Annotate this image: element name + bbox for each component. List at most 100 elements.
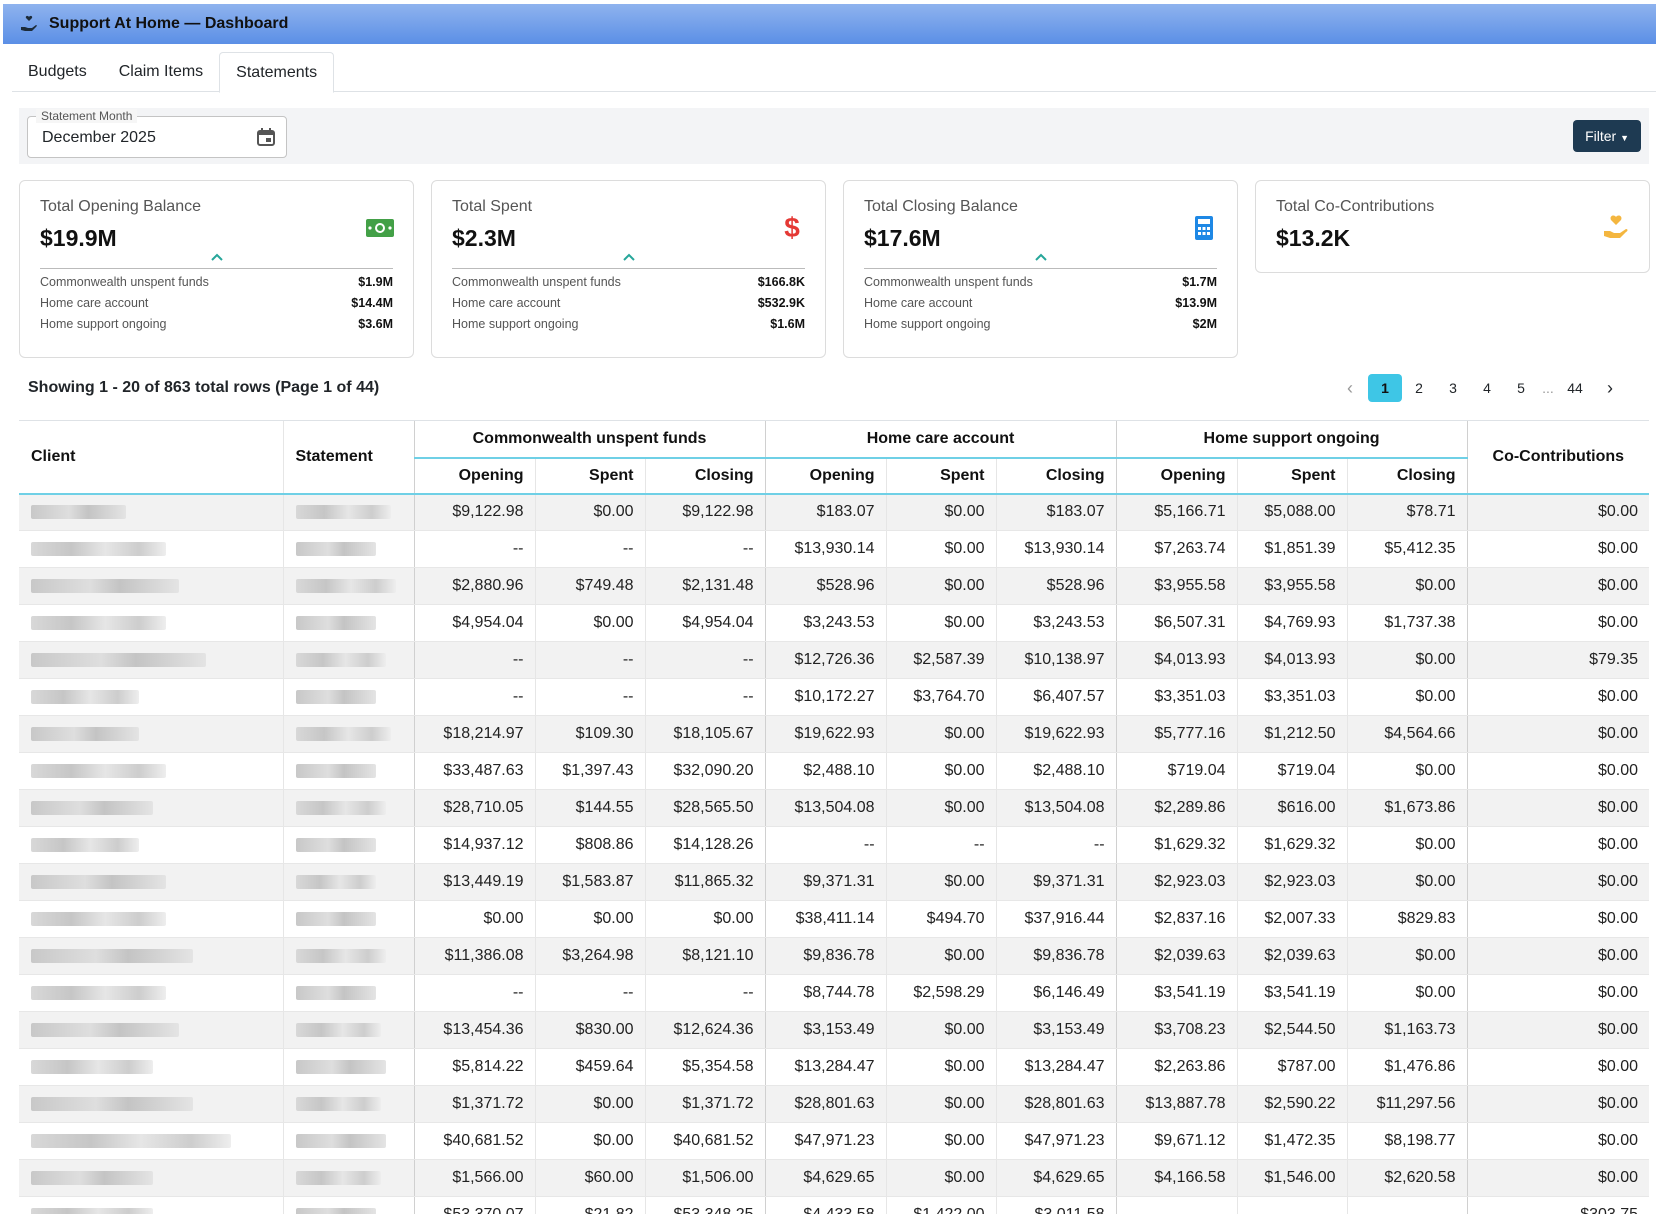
page-button-1[interactable]: 1 [1368, 374, 1402, 402]
client-cell[interactable] [19, 1085, 283, 1123]
tab-claim-items[interactable]: Claim Items [103, 52, 219, 92]
page-button-5[interactable]: 5 [1504, 374, 1538, 402]
table-row[interactable]: $40,681.52 $0.00 $40,681.52 $47,971.23 $0.00… [19, 1122, 1649, 1160]
amount-cell: $40,681.52 [413, 1122, 535, 1160]
client-cell[interactable] [19, 493, 283, 531]
statement-cell[interactable] [282, 567, 414, 605]
calendar-icon[interactable] [256, 127, 276, 147]
table-row[interactable]: $13,449.19 $1,583.87 $11,865.32 $9,371.31 $0… [19, 863, 1649, 901]
client-cell[interactable] [19, 604, 283, 642]
client-cell[interactable] [19, 678, 283, 716]
col-header-client[interactable]: Client [19, 420, 283, 495]
statement-cell[interactable] [282, 678, 414, 716]
table-row[interactable]: $1,566.00 $60.00 $1,506.00 $4,629.65 $0.00 $4… [19, 1159, 1649, 1197]
amount-cell: $459.64 [534, 1048, 645, 1086]
tab-budgets[interactable]: Budgets [12, 52, 103, 92]
statement-cell[interactable] [282, 493, 414, 531]
statement-cell[interactable] [282, 1196, 414, 1214]
statement-cell[interactable] [282, 974, 414, 1012]
statement-month-field[interactable]: Statement Month December 2025 [27, 109, 287, 158]
table-row[interactable]: -- -- -- $8,744.78 $2,598.29 $6,146.49 $3,541.… [19, 974, 1649, 1012]
col-header-co-contributions[interactable]: Co-Contributions [1466, 420, 1649, 495]
amount-cell: $0.00 [1466, 937, 1649, 975]
client-cell[interactable] [19, 937, 283, 975]
statement-cell[interactable] [282, 1122, 414, 1160]
client-cell[interactable] [19, 974, 283, 1012]
col-header-spent[interactable]: Spent [534, 457, 645, 495]
table-row[interactable]: $53,370.07$21.82$53,348.25$4,433.58$1,42… [19, 1196, 1649, 1214]
table-row[interactable]: $14,937.12 $808.86 $14,128.26 -- -- -- $1,629.… [19, 826, 1649, 864]
card-row: Commonwealth unspent funds $166.8K [452, 275, 805, 289]
col-header-opening[interactable]: Opening [764, 457, 887, 495]
amount-cell: $14,937.12 [413, 826, 535, 864]
statement-cell[interactable] [282, 1085, 414, 1123]
col-header-spent[interactable]: Spent [885, 457, 997, 495]
chevron-up-icon[interactable] [1034, 249, 1048, 261]
table-row[interactable]: -- -- -- $10,172.27 $3,764.70 $6,407.57 $3,351… [19, 678, 1649, 716]
next-page-icon[interactable]: › [1592, 374, 1628, 402]
statement-cell[interactable] [282, 715, 414, 753]
client-cell[interactable] [19, 863, 283, 901]
statement-cell[interactable] [282, 900, 414, 938]
client-cell[interactable] [19, 826, 283, 864]
col-header-closing[interactable]: Closing [1346, 457, 1468, 495]
table-row[interactable]: $11,386.08 $3,264.98 $8,121.10 $9,836.78 $0.… [19, 937, 1649, 975]
client-cell[interactable] [19, 1122, 283, 1160]
client-cell[interactable] [19, 789, 283, 827]
statement-cell[interactable] [282, 826, 414, 864]
prev-page-icon[interactable]: ‹ [1332, 374, 1368, 402]
table-row[interactable]: $4,954.04 $0.00 $4,954.04 $3,243.53 $0.00 $3,… [19, 604, 1649, 642]
table-row[interactable]: $1,371.72 $0.00 $1,371.72 $28,801.63 $0.00 $2… [19, 1085, 1649, 1123]
amount-cell: $3,243.53 [995, 604, 1117, 642]
statement-cell[interactable] [282, 863, 414, 901]
client-cell[interactable] [19, 752, 283, 790]
client-cell[interactable] [19, 1196, 283, 1214]
redacted-statement [295, 1023, 381, 1037]
client-cell[interactable] [19, 900, 283, 938]
col-header-statement[interactable]: Statement [282, 420, 414, 495]
col-header-opening[interactable]: Opening [413, 457, 535, 495]
table-row[interactable]: -- -- -- $13,930.14 $0.00 $13,930.14 $7,263.74… [19, 530, 1649, 568]
table-row[interactable]: $28,710.05 $144.55 $28,565.50 $13,504.08 $0.… [19, 789, 1649, 827]
statement-cell[interactable] [282, 604, 414, 642]
filter-button[interactable]: Filter ▼ [1573, 120, 1641, 152]
amount-cell: $21.82 [534, 1196, 645, 1214]
client-cell[interactable] [19, 641, 283, 679]
chevron-up-icon[interactable] [210, 249, 224, 261]
client-cell[interactable] [19, 1048, 283, 1086]
statement-cell[interactable] [282, 789, 414, 827]
table-row[interactable]: $18,214.97 $109.30 $18,105.67 $19,622.93 $0.… [19, 715, 1649, 753]
table-row[interactable]: $13,454.36 $830.00 $12,624.36 $3,153.49 $0.0… [19, 1011, 1649, 1049]
col-header-opening[interactable]: Opening [1115, 457, 1238, 495]
col-header-closing[interactable]: Closing [644, 457, 766, 495]
page-button-2[interactable]: 2 [1402, 374, 1436, 402]
statement-cell[interactable] [282, 1048, 414, 1086]
statement-cell[interactable] [282, 937, 414, 975]
statement-cell[interactable] [282, 752, 414, 790]
col-header-spent[interactable]: Spent [1236, 457, 1348, 495]
client-cell[interactable] [19, 530, 283, 568]
client-cell[interactable] [19, 567, 283, 605]
table-row[interactable]: $0.00 $0.00 $0.00 $38,411.14 $494.70 $37,916.… [19, 900, 1649, 938]
client-cell[interactable] [19, 715, 283, 753]
col-header-closing[interactable]: Closing [995, 457, 1117, 495]
page-button-4[interactable]: 4 [1470, 374, 1504, 402]
table-row[interactable]: $2,880.96 $749.48 $2,131.48 $528.96 $0.00 $52… [19, 567, 1649, 605]
client-cell[interactable] [19, 1011, 283, 1049]
page-button-last[interactable]: 44 [1558, 374, 1592, 402]
statement-month-value[interactable]: December 2025 [42, 129, 156, 147]
statement-cell[interactable] [282, 641, 414, 679]
statement-cell[interactable] [282, 1011, 414, 1049]
client-cell[interactable] [19, 1159, 283, 1197]
chevron-up-icon[interactable] [622, 249, 636, 261]
statement-cell[interactable] [282, 530, 414, 568]
tab-statements[interactable]: Statements [219, 52, 335, 93]
table-row[interactable]: $9,122.98 $0.00 $9,122.98 $183.07 $0.00 $183.… [19, 493, 1649, 531]
page-button-3[interactable]: 3 [1436, 374, 1470, 402]
table-row[interactable]: -- -- -- $12,726.36 $2,587.39 $10,138.97 $4,01… [19, 641, 1649, 679]
statement-cell[interactable] [282, 1159, 414, 1197]
amount-cell: $0.00 [1466, 863, 1649, 901]
table-row[interactable]: $5,814.22 $459.64 $5,354.58 $13,284.47 $0.00… [19, 1048, 1649, 1086]
amount-cell: $9,371.31 [995, 863, 1117, 901]
table-row[interactable]: $33,487.63 $1,397.43 $32,090.20 $2,488.10 $0… [19, 752, 1649, 790]
